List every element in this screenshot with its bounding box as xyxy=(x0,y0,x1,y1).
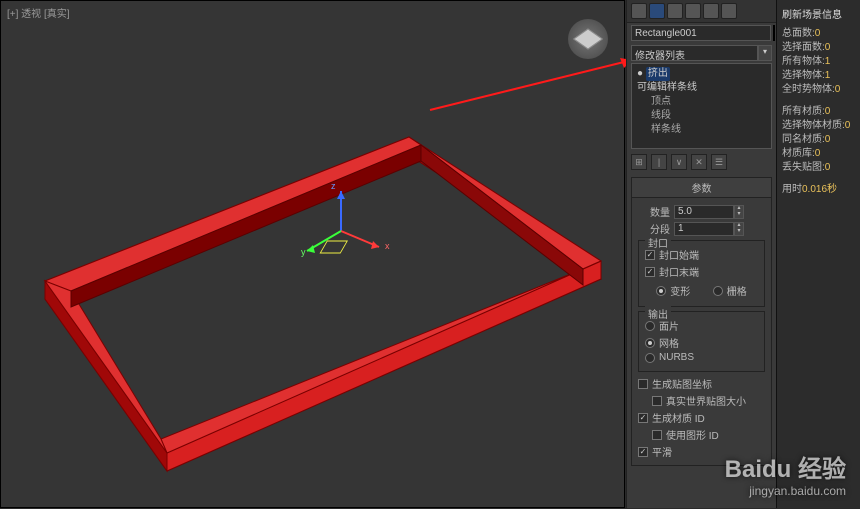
scene-stats-materials: 所有材质:0选择物体材质:0同名材质:0材质库:0丢失贴图:0 xyxy=(782,105,855,175)
scene-geometry: x y z xyxy=(1,1,626,509)
svg-text:y: y xyxy=(301,247,306,257)
patch-radio[interactable] xyxy=(645,321,655,331)
scene-stat-row: 全时势物体:0 xyxy=(782,83,855,97)
hierarchy-tab-icon[interactable] xyxy=(667,3,683,19)
segments-spinner-arrows[interactable]: ▴▾ xyxy=(734,222,744,236)
output-title: 输出 xyxy=(645,306,671,321)
use-ids-label: 使用图形 ID xyxy=(666,427,719,442)
create-tab-icon[interactable] xyxy=(631,3,647,19)
scene-info-title[interactable]: 刷新场景信息 xyxy=(782,6,855,21)
scene-stats-geometry: 总面数:0选择面数:0所有物体:1选择物体:1全时势物体:0 xyxy=(782,27,855,97)
cap-end-checkbox[interactable] xyxy=(645,267,655,277)
gen-mapping-checkbox[interactable] xyxy=(638,379,648,389)
motion-tab-icon[interactable] xyxy=(685,3,701,19)
viewport-perspective[interactable]: [+] 透视 [真实] x xyxy=(0,0,625,508)
parameters-header[interactable]: 参数 xyxy=(632,178,771,198)
mesh-radio[interactable] xyxy=(645,338,655,348)
modifier-list-dropdown[interactable]: 修改器列表 xyxy=(631,45,758,61)
scene-stat-row: 同名材质:0 xyxy=(782,133,855,147)
amount-spinner[interactable] xyxy=(674,205,734,219)
scene-stat-row: 选择物体:1 xyxy=(782,69,855,83)
subobject-vertex[interactable]: 顶点 xyxy=(637,95,766,109)
modifier-stack[interactable]: ● 挤出 可编辑样条线 顶点 线段 样条线 xyxy=(631,63,772,149)
gen-ids-checkbox[interactable] xyxy=(638,413,648,423)
smooth-label: 平滑 xyxy=(652,444,672,459)
remove-modifier-button[interactable]: ✕ xyxy=(691,154,707,170)
command-panel-tabs xyxy=(627,0,776,23)
svg-text:z: z xyxy=(331,181,336,191)
scene-stat-row: 材质库:0 xyxy=(782,147,855,161)
object-color-swatch[interactable] xyxy=(773,25,775,41)
cap-end-label: 封口末端 xyxy=(659,264,699,279)
smooth-checkbox[interactable] xyxy=(638,447,648,457)
subobject-segment[interactable]: 线段 xyxy=(637,109,766,123)
modifier-extrude[interactable]: 挤出 xyxy=(646,67,670,81)
gen-mapping-label: 生成贴图坐标 xyxy=(652,376,712,391)
scene-stat-row: 所有物体:1 xyxy=(782,55,855,69)
amount-label: 数量 xyxy=(638,204,670,219)
svg-text:x: x xyxy=(385,241,390,251)
capping-group: 封口 封口始端 封口末端 变形 栅格 xyxy=(638,240,765,307)
command-panel: 修改器列表 ▾ ● 挤出 可编辑样条线 顶点 线段 样条线 ⊞ | ∨ ✕ ☰ … xyxy=(626,0,776,508)
display-tab-icon[interactable] xyxy=(703,3,719,19)
show-end-result-button[interactable]: | xyxy=(651,154,667,170)
cap-start-checkbox[interactable] xyxy=(645,250,655,260)
utilities-tab-icon[interactable] xyxy=(721,3,737,19)
scene-stat-row: 所有材质:0 xyxy=(782,105,855,119)
scene-info-panel: 刷新场景信息 总面数:0选择面数:0所有物体:1选择物体:1全时势物体:0 所有… xyxy=(776,0,860,508)
configure-sets-button[interactable]: ☰ xyxy=(711,154,727,170)
modify-tab-icon[interactable] xyxy=(649,3,665,19)
scene-stat-row: 总面数:0 xyxy=(782,27,855,41)
make-unique-button[interactable]: ∨ xyxy=(671,154,687,170)
stack-toolbar: ⊞ | ∨ ✕ ☰ xyxy=(627,151,776,173)
gen-ids-label: 生成材质 ID xyxy=(652,410,705,425)
morph-radio[interactable] xyxy=(656,286,666,296)
use-ids-checkbox[interactable] xyxy=(652,430,662,440)
scene-stat-row: 选择面数:0 xyxy=(782,41,855,55)
rectangle-frame xyxy=(45,137,601,471)
nurbs-radio[interactable] xyxy=(645,353,655,363)
grid-radio[interactable] xyxy=(713,286,723,296)
amount-spinner-arrows[interactable]: ▴▾ xyxy=(734,205,744,219)
morph-label: 变形 xyxy=(670,283,690,298)
object-name-input[interactable] xyxy=(631,25,771,41)
segments-label: 分段 xyxy=(638,221,670,236)
scene-stat-row: 选择物体材质:0 xyxy=(782,119,855,133)
subobject-spline[interactable]: 样条线 xyxy=(637,123,766,137)
parameters-rollout: 参数 数量 ▴▾ 分段 ▴▾ 封口 封口始端 封口末端 xyxy=(631,177,772,466)
real-world-checkbox[interactable] xyxy=(652,396,662,406)
scene-stat-time: 用时0.016秒 xyxy=(782,183,855,197)
nurbs-label: NURBS xyxy=(659,352,694,363)
real-world-label: 真实世界贴图大小 xyxy=(666,393,746,408)
grid-label: 栅格 xyxy=(727,283,747,298)
pin-stack-button[interactable]: ⊞ xyxy=(631,154,647,170)
capping-title: 封口 xyxy=(645,235,671,250)
segments-spinner[interactable] xyxy=(674,222,734,236)
scene-stat-row: 丢失贴图:0 xyxy=(782,161,855,175)
base-object-editable-spline[interactable]: 可编辑样条线 xyxy=(637,81,766,95)
bullet-icon: ● xyxy=(637,68,646,79)
output-group: 输出 面片 网格 NURBS xyxy=(638,311,765,372)
chevron-down-icon[interactable]: ▾ xyxy=(758,45,772,61)
mesh-label: 网格 xyxy=(659,335,679,350)
